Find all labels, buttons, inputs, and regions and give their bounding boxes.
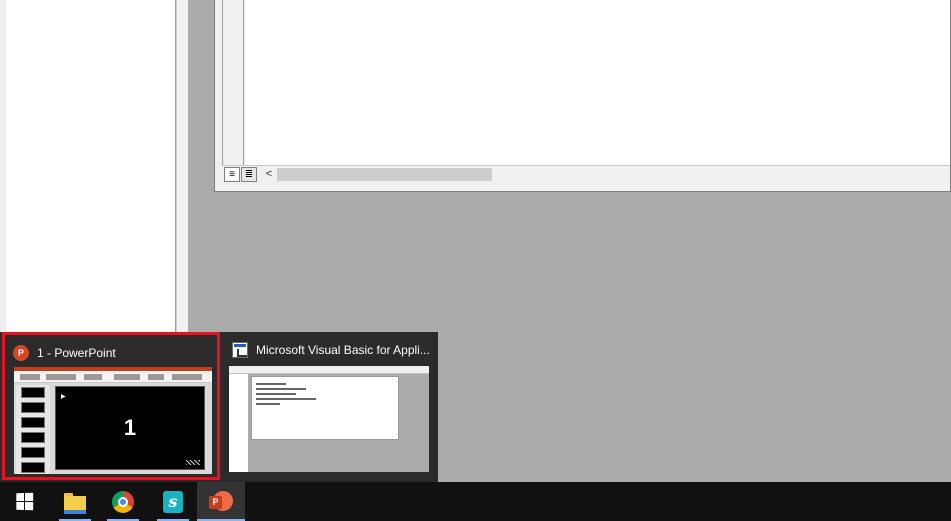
preview-slide-marker: ▶ (61, 394, 66, 400)
taskbar-surfshark[interactable]: s (149, 482, 197, 521)
slide-number: 1 (123, 415, 137, 440)
taskbar-thumbnail-popup: P 1 - PowerPoint ▶ 1 Microsoft Visual Ba… (0, 332, 438, 482)
preview-slide-thumb (21, 462, 45, 473)
preview-slide-hatch (186, 460, 200, 465)
code-window-bottom-bar: ≡ ≣ < (222, 165, 950, 183)
procedure-view-button[interactable]: ≡ (224, 167, 240, 182)
preview-slide-thumb (21, 447, 45, 458)
code-window: ≡ ≣ < (214, 0, 951, 192)
full-module-view-button[interactable]: ≣ (241, 167, 257, 182)
preview-slide-thumb (21, 387, 45, 398)
surfshark-icon: s (163, 490, 183, 513)
powerpoint-icon: P (13, 345, 29, 361)
chrome-icon (112, 490, 134, 513)
thumbnail-title-row: Microsoft Visual Basic for Appli... (232, 340, 430, 360)
preview-slide-thumb (21, 402, 45, 413)
powerpoint-window-preview: ▶ 1 (14, 367, 212, 474)
taskbar-powerpoint[interactable]: P (197, 482, 245, 521)
horizontal-scrollbar-thumb[interactable] (277, 168, 492, 181)
code-margin-indicator-bar (222, 0, 244, 165)
project-explorer-scrollbar[interactable] (176, 0, 186, 340)
taskbar-chrome[interactable] (99, 482, 147, 521)
thumbnail-title: 1 - PowerPoint (37, 346, 116, 360)
preview-slide-thumb (21, 432, 45, 443)
thumbnail-powerpoint[interactable]: P 1 - PowerPoint ▶ 1 (2, 332, 220, 480)
start-button[interactable] (0, 482, 48, 521)
powerpoint-icon: P (209, 490, 233, 513)
preview-code-window (251, 376, 399, 440)
taskbar-file-explorer[interactable] (51, 482, 99, 521)
preview-slide-panel (16, 385, 50, 474)
thumbnail-title-row: P 1 - PowerPoint (13, 343, 116, 363)
folder-icon (64, 493, 86, 514)
preview-project-pane (229, 374, 249, 472)
thumbnail-vba-editor[interactable]: Microsoft Visual Basic for Appli... (224, 332, 436, 480)
project-explorer-tree[interactable] (6, 0, 176, 340)
preview-slide-canvas: ▶ 1 (55, 386, 205, 470)
preview-slide-thumb (21, 417, 45, 428)
taskbar: s P (0, 482, 951, 521)
code-editor-area[interactable] (245, 0, 950, 165)
vba-editor-icon (232, 342, 248, 358)
preview-toolbar (229, 366, 429, 374)
vba-window-preview (229, 366, 429, 472)
preview-ribbon (14, 371, 212, 383)
windows-logo-icon (15, 492, 33, 511)
thumbnail-title: Microsoft Visual Basic for Appli... (256, 343, 430, 357)
scroll-left-arrow-icon[interactable]: < (262, 167, 276, 182)
